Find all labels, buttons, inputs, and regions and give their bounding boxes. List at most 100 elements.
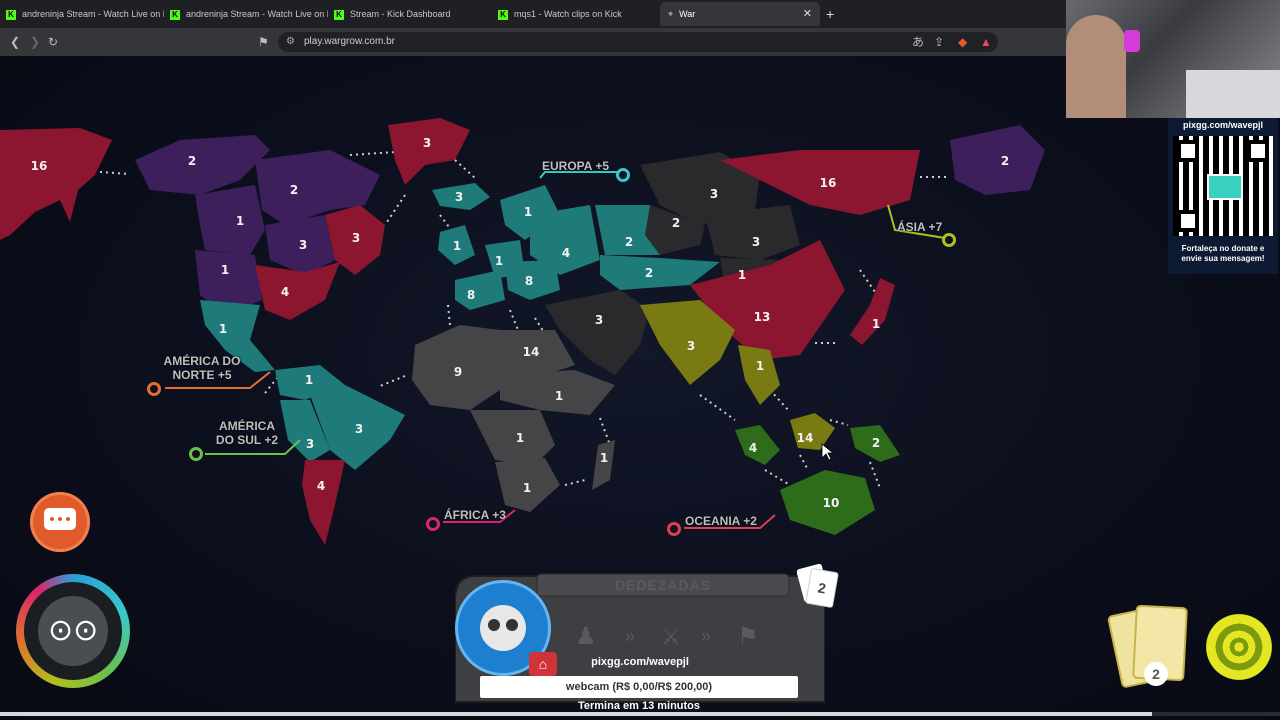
translate-icon[interactable]: あ (912, 28, 924, 56)
army-count: 4 (749, 441, 757, 455)
army-count: 2 (1001, 154, 1009, 168)
army-count: 14 (797, 431, 814, 445)
army-count: 3 (306, 437, 314, 451)
continent-label-asia: ÁSIA +7 (897, 220, 943, 234)
browser-tab[interactable]: Kandreninja Stream - Watch Live on K (170, 2, 328, 26)
army-count: 10 (823, 496, 840, 510)
browser-tab[interactable]: Kmqs1 - Watch clips on Kick (498, 2, 656, 26)
army-count: 1 (219, 322, 227, 336)
army-count: 1 (221, 263, 229, 277)
kick-icon: K (170, 9, 180, 20)
army-count: 3 (687, 339, 695, 353)
territory-vancouver[interactable] (195, 185, 265, 255)
url-text: play.wargrow.com.br (304, 36, 395, 47)
address-bar[interactable]: ⚙ play.wargrow.com.br (278, 32, 998, 52)
territory-congo[interactable] (470, 410, 555, 465)
army-count: 1 (600, 451, 608, 465)
army-count: 3 (352, 231, 360, 245)
army-count: 1 (523, 481, 531, 495)
army-count: 2 (645, 266, 653, 280)
continent-label-oceania: OCEANIA +2 (685, 514, 757, 528)
army-count: 1 (872, 317, 880, 331)
army-count: 1 (305, 373, 313, 387)
territory-sumatra[interactable] (735, 425, 780, 465)
continent-pin-oceania[interactable] (667, 522, 681, 536)
army-count: 4 (562, 246, 570, 260)
army-count: 3 (710, 187, 718, 201)
phase-title: DEDEZADAS (614, 577, 712, 593)
army-count: 3 (423, 136, 431, 150)
phase-arrow-icon: » (625, 626, 636, 646)
qr-url: pixgg.com/wavepjl (1182, 120, 1264, 130)
browser-tab[interactable]: K Stream - Kick Dashboard (334, 2, 492, 26)
army-count: 16 (31, 159, 48, 173)
army-count: 1 (495, 254, 503, 268)
new-tab-icon[interactable]: + (826, 2, 842, 26)
spectate-timer[interactable]: ⊙⊙ (16, 574, 130, 688)
territory-alaska[interactable] (0, 128, 112, 240)
home-badge-icon: ⌂ (529, 652, 557, 676)
chat-button[interactable] (30, 492, 90, 552)
qr-caption: Fortaleça no donate e envie sua mensagem… (1181, 244, 1265, 263)
war-icon: ⌖ (668, 9, 674, 19)
timer-text: Termina em 13 minutos (577, 700, 701, 712)
rewards-icon[interactable]: ▲ (980, 28, 992, 56)
army-count: 2 (872, 436, 880, 450)
army-count: 1 (738, 268, 746, 282)
army-count: 4 (281, 285, 289, 299)
browser-tab-active[interactable]: ⌖ War ✕ (660, 2, 820, 26)
brave-shield-icon[interactable]: ◆ (958, 28, 967, 56)
binoculars-icon: ⊙⊙ (48, 614, 99, 647)
donation-goal-bar: webcam (R$ 0,00/R$ 200,00) (480, 676, 798, 698)
army-count: 3 (752, 235, 760, 249)
objective-button[interactable] (1206, 614, 1272, 680)
card-count-bubble: 2 (796, 563, 839, 609)
continent-pin-europe[interactable] (616, 168, 630, 182)
territory-cards-button[interactable]: 2 (1106, 604, 1198, 689)
army-count: 2 (625, 235, 633, 249)
south-america (275, 365, 405, 545)
back-icon[interactable]: ❮ (10, 28, 20, 56)
continent-pin-south-america[interactable] (189, 447, 203, 461)
army-count: 1 (524, 205, 532, 219)
stream-progress-fill (0, 712, 1152, 716)
army-count: 4 (317, 479, 325, 493)
forward-icon[interactable]: ❯ (30, 28, 40, 56)
chat-icon (44, 508, 76, 530)
donation-qr-panel: pixgg.com/wavepjl Fortaleça no donate e … (1168, 118, 1278, 274)
share-icon[interactable]: ⇪ (934, 28, 944, 56)
reload-icon[interactable]: ↻ (48, 28, 58, 56)
continent-label-africa: ÁFRICA +3 (444, 508, 506, 522)
bookmark-icon[interactable]: ⚑ (258, 28, 269, 56)
close-tab-icon[interactable]: ✕ (803, 2, 812, 26)
territory-madagascar[interactable] (592, 440, 615, 490)
site-info-icon[interactable]: ⚙ (286, 32, 295, 52)
army-count: 14 (523, 345, 540, 359)
army-count: 2 (290, 183, 298, 197)
browser-tab-bar: Kandreninja Stream - Watch Live on K Kan… (0, 0, 1066, 28)
army-count: 13 (754, 310, 771, 324)
continent-pin-north-america[interactable] (147, 382, 161, 396)
webcam-feed (1066, 0, 1280, 118)
army-count: 9 (454, 365, 462, 379)
browser-tab[interactable]: Kandreninja Stream - Watch Live on K (6, 2, 164, 26)
territory-argentina[interactable] (302, 460, 345, 545)
territory-japan[interactable] (850, 278, 895, 345)
phase-attack-icon: ⚔ (661, 624, 681, 649)
pixgg-text: pixgg.com/wavepjl (591, 656, 689, 668)
army-count: 2 (672, 216, 680, 230)
continent-label-europe: EUROPA +5 (542, 159, 610, 173)
kick-icon: K (498, 9, 508, 20)
army-count: 1 (756, 359, 764, 373)
browser-nav-bar: ❮ ❯ ↻ ⚑ ⚙ play.wargrow.com.br あ ⇪ ◆ ▲ (0, 28, 1066, 56)
continent-pin-africa[interactable] (426, 517, 440, 531)
territory-vladivostok[interactable] (950, 125, 1045, 195)
qr-code (1173, 136, 1273, 236)
continent-label-north-america: AMÉRICA DO NORTE +5 (163, 354, 241, 382)
army-count: 1 (555, 389, 563, 403)
continent-pin-asia[interactable] (942, 233, 956, 247)
army-count: 8 (467, 288, 475, 302)
mouse-cursor (821, 443, 835, 461)
army-count: 3 (355, 422, 363, 436)
territory-greenland[interactable] (388, 118, 470, 185)
